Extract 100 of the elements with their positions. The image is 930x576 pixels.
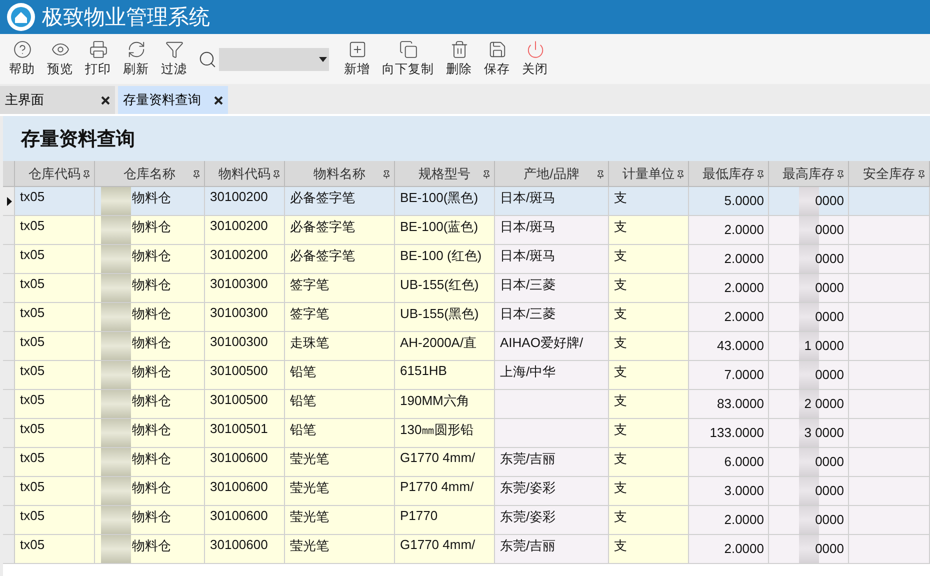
plus-square-icon bbox=[348, 40, 366, 59]
table-cell: 支 bbox=[609, 274, 689, 303]
pin-icon[interactable] bbox=[676, 170, 685, 179]
row-header[interactable] bbox=[3, 187, 15, 216]
table-cell: 莹光笔 bbox=[285, 448, 395, 477]
pin-icon[interactable] bbox=[382, 170, 391, 179]
table-cell: 30100200 bbox=[205, 216, 285, 245]
pin-icon[interactable] bbox=[272, 170, 281, 179]
table-cell: 支 bbox=[609, 419, 689, 448]
table-cell: 物料仓 bbox=[95, 390, 205, 419]
copy-icon bbox=[398, 40, 418, 59]
close-icon[interactable] bbox=[101, 96, 110, 104]
blurred-patch bbox=[101, 477, 131, 505]
trash-icon bbox=[450, 40, 468, 59]
table-cell: AH-2000A/直 bbox=[395, 332, 495, 361]
table-cell: 7.0000 bbox=[689, 361, 769, 390]
table-cell: 3.0000 bbox=[689, 477, 769, 506]
table-cell: tx05 bbox=[15, 419, 95, 448]
toolbar-button[interactable]: 删除 bbox=[441, 38, 477, 80]
table-cell: 30100600 bbox=[205, 506, 285, 535]
logo-icon bbox=[6, 2, 36, 32]
table-cell: tx05 bbox=[15, 506, 95, 535]
table-cell: G1770 4mm/ bbox=[395, 535, 495, 564]
table-cell: 0000 bbox=[769, 477, 849, 506]
table-cell: G1770 4mm/ bbox=[395, 448, 495, 477]
toolbar-button[interactable]: 帮助 bbox=[4, 38, 40, 80]
table-cell: UB-155(黑色) bbox=[395, 303, 495, 332]
column-header[interactable]: 最低库存 bbox=[689, 161, 769, 187]
table-cell: tx05 bbox=[15, 274, 95, 303]
toolbar-button[interactable]: 过滤 bbox=[156, 38, 192, 80]
toolbar-button[interactable]: 向下复制 bbox=[377, 38, 439, 80]
pin-icon[interactable] bbox=[756, 170, 765, 179]
table-cell: 130㎜圆形铅 bbox=[395, 419, 495, 448]
column-header[interactable]: 仓库代码 bbox=[15, 161, 95, 187]
table-cell: 支 bbox=[609, 390, 689, 419]
table-cell: 物料仓 bbox=[95, 448, 205, 477]
pin-icon[interactable] bbox=[836, 170, 845, 179]
table-cell: 上海/中华 bbox=[495, 361, 609, 390]
table-cell: 支 bbox=[609, 448, 689, 477]
column-header[interactable]: 仓库名称 bbox=[95, 161, 205, 187]
table-cell: P1770 4mm/ bbox=[395, 477, 495, 506]
table-cell: 物料仓 bbox=[95, 274, 205, 303]
toolbar-button[interactable]: 预览 bbox=[42, 38, 78, 80]
pin-icon[interactable] bbox=[82, 170, 91, 179]
table-cell: 支 bbox=[609, 303, 689, 332]
blurred-patch bbox=[101, 216, 131, 244]
table-cell: 30100500 bbox=[205, 390, 285, 419]
tab[interactable]: 存量资料查询 bbox=[118, 86, 228, 114]
column-header[interactable]: 规格型号 bbox=[395, 161, 495, 187]
close-icon[interactable] bbox=[214, 96, 223, 104]
table-cell: 0000 bbox=[769, 216, 849, 245]
toolbar-button[interactable]: 刷新 bbox=[118, 38, 154, 80]
toolbar-button[interactable]: 新增 bbox=[339, 38, 375, 80]
table-cell: 5.0000 bbox=[689, 187, 769, 216]
toolbar-button[interactable]: 打印 bbox=[80, 38, 116, 80]
toolbar-button[interactable]: 关闭 bbox=[517, 38, 553, 80]
table-cell: 2.0000 bbox=[689, 216, 769, 245]
pin-icon[interactable] bbox=[482, 170, 491, 179]
table-cell: tx05 bbox=[15, 303, 95, 332]
table-cell: 铅笔 bbox=[285, 390, 395, 419]
help-icon bbox=[12, 40, 32, 59]
table-cell: 133.0000 bbox=[689, 419, 769, 448]
table-cell: 30100501 bbox=[205, 419, 285, 448]
search-icon bbox=[198, 50, 217, 68]
table-cell: 物料仓 bbox=[95, 477, 205, 506]
table-cell: tx05 bbox=[15, 535, 95, 564]
column-header[interactable]: 安全库存 bbox=[849, 161, 930, 187]
blurred-patch bbox=[101, 332, 131, 360]
pin-icon[interactable] bbox=[596, 170, 605, 179]
column-header[interactable]: 计量单位 bbox=[609, 161, 689, 187]
table-cell: tx05 bbox=[15, 332, 95, 361]
column-header[interactable]: 物料代码 bbox=[205, 161, 285, 187]
blurred-patch bbox=[101, 361, 131, 389]
column-header[interactable]: 产地/品牌 bbox=[495, 161, 609, 187]
table-cell: tx05 bbox=[15, 216, 95, 245]
table-cell: 物料仓 bbox=[95, 535, 205, 564]
table-cell: 1 0000 bbox=[769, 332, 849, 361]
table-cell: P1770 bbox=[395, 506, 495, 535]
table-cell: 3 0000 bbox=[769, 419, 849, 448]
pin-icon[interactable] bbox=[917, 170, 926, 179]
table-cell: 43.0000 bbox=[689, 332, 769, 361]
table-cell: 东莞/吉丽 bbox=[495, 535, 609, 564]
toolbar-button[interactable]: 保存 bbox=[479, 38, 515, 80]
table-cell: 必备签字笔 bbox=[285, 216, 395, 245]
pin-icon[interactable] bbox=[192, 170, 201, 179]
table-cell: 莹光笔 bbox=[285, 506, 395, 535]
table-cell: 0000 bbox=[769, 535, 849, 564]
table-cell: 铅笔 bbox=[285, 361, 395, 390]
table-cell: 0000 bbox=[769, 303, 849, 332]
table-cell: 东莞/姿彩 bbox=[495, 477, 609, 506]
table-cell: tx05 bbox=[15, 245, 95, 274]
blurred-patch bbox=[101, 187, 131, 215]
search-combo-field[interactable] bbox=[219, 48, 329, 70]
column-header[interactable]: 最高库存 bbox=[769, 161, 849, 187]
table-cell: 支 bbox=[609, 506, 689, 535]
table-cell: 必备签字笔 bbox=[285, 245, 395, 274]
tab[interactable]: 主界面 bbox=[0, 86, 115, 114]
table-cell: BE-100(黑色) bbox=[395, 187, 495, 216]
column-header[interactable]: 物料名称 bbox=[285, 161, 395, 187]
table-cell: 物料仓 bbox=[95, 187, 205, 216]
